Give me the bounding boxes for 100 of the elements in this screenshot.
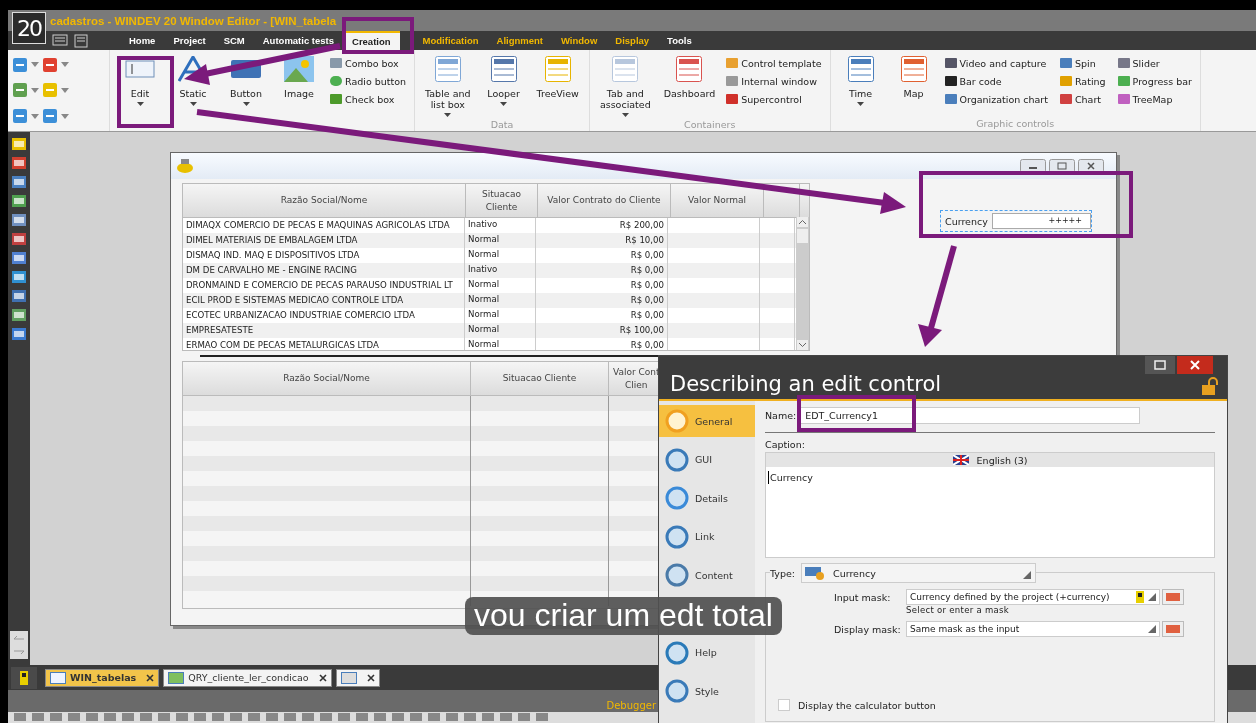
menu-tab[interactable]: Alignment: [487, 31, 552, 50]
ribbon-button[interactable]: Slider: [1115, 54, 1194, 72]
toolbar-icon[interactable]: [536, 712, 548, 721]
tool-icon[interactable]: [12, 290, 26, 302]
column-header[interactable]: Situacao Cliente: [471, 362, 609, 395]
toolbar-icon[interactable]: [140, 712, 152, 721]
close-icon[interactable]: [318, 673, 327, 682]
nav-item[interactable]: Content: [659, 559, 755, 592]
tool-icon[interactable]: [12, 138, 26, 150]
tool-icon[interactable]: [12, 309, 26, 321]
toolbar-icon[interactable]: [446, 712, 458, 721]
ribbon-button[interactable]: Tab and associated: [595, 54, 655, 119]
tool-icon[interactable]: [12, 252, 26, 264]
toolbar-icon[interactable]: [500, 712, 512, 721]
toolbar-icon[interactable]: [32, 712, 44, 721]
nav-item[interactable]: General: [659, 405, 755, 437]
name-field[interactable]: EDT_Currency1: [800, 407, 1141, 424]
toolbar-icon[interactable]: [86, 712, 98, 721]
toolbar-icon[interactable]: [14, 712, 26, 721]
toolbar-icon[interactable]: [42, 56, 58, 73]
ribbon-button[interactable]: Chart: [1057, 90, 1108, 108]
ribbon-button[interactable]: Image: [275, 54, 323, 101]
toolbar-icon[interactable]: [50, 712, 62, 721]
document-tab[interactable]: QRY_cliente_ler_condicao: [163, 668, 332, 687]
toolbar-icon[interactable]: [122, 712, 134, 721]
column-header[interactable]: Valor Contrato do Cliente: [538, 184, 671, 217]
ribbon-button[interactable]: Supercontrol: [724, 90, 824, 108]
ribbon-button[interactable]: Spin: [1057, 54, 1108, 72]
toolbar-icon[interactable]: [248, 712, 260, 721]
toolbar-icon[interactable]: [266, 712, 278, 721]
ribbon-button[interactable]: Video and capture: [942, 54, 1050, 72]
tool-icon[interactable]: [12, 176, 26, 188]
tool-icon[interactable]: [12, 195, 26, 207]
menu-tab[interactable]: Automatic tests: [253, 31, 343, 50]
toolbar-icon[interactable]: [284, 712, 296, 721]
menu-tab[interactable]: Window: [551, 31, 607, 50]
toolbar-icon[interactable]: [302, 712, 314, 721]
close-icon[interactable]: [366, 673, 375, 682]
dropdown-icon[interactable]: [61, 62, 69, 68]
dropdown-icon[interactable]: [61, 88, 69, 93]
ribbon-button[interactable]: Radio button: [328, 72, 409, 90]
toolbar-icon[interactable]: [482, 712, 494, 721]
maximize-icon[interactable]: [1145, 356, 1175, 374]
type-dropdown[interactable]: Currency: [801, 563, 1037, 583]
toolbar-icon[interactable]: [158, 712, 170, 721]
tool-icon[interactable]: [12, 271, 26, 283]
dropdown-icon[interactable]: [31, 88, 39, 93]
toolbar-icon[interactable]: [338, 712, 350, 721]
dropdown-icon[interactable]: [31, 113, 39, 119]
column-header[interactable]: Situacao Cliente: [466, 184, 538, 217]
tool-icon[interactable]: [12, 233, 26, 245]
ribbon-button[interactable]: Edit: [116, 54, 164, 108]
toolbar-icon[interactable]: [212, 712, 224, 721]
toolbar-icon[interactable]: [392, 712, 404, 721]
close-icon[interactable]: [1177, 356, 1213, 374]
toolbar-icon[interactable]: [410, 712, 422, 721]
checkbox[interactable]: [778, 699, 790, 711]
toolbar-icon[interactable]: [356, 712, 368, 721]
arrows-icon[interactable]: [10, 631, 28, 659]
toolbar-icon[interactable]: [374, 712, 386, 721]
menu-tab[interactable]: Display: [606, 31, 659, 50]
ribbon-button[interactable]: Control template: [724, 54, 824, 72]
menu-tab[interactable]: Tools: [658, 31, 701, 50]
tool-icon[interactable]: [12, 328, 26, 340]
ribbon-button[interactable]: Looper: [479, 54, 528, 108]
scroll-down-icon[interactable]: [797, 340, 808, 350]
column-header[interactable]: Valor Normal: [671, 184, 764, 217]
caption-field[interactable]: Currency: [768, 471, 813, 484]
toolbar-icon[interactable]: [68, 712, 80, 721]
menu-tab[interactable]: Modification: [413, 31, 488, 50]
ribbon-button[interactable]: Combo box: [328, 54, 409, 72]
toolbar-icon[interactable]: [428, 712, 440, 721]
toolbar-icon[interactable]: [464, 712, 476, 721]
document-tab[interactable]: [335, 668, 380, 687]
tool-icon[interactable]: [12, 157, 26, 169]
toolbar-icon[interactable]: [176, 712, 188, 721]
document-tab[interactable]: WIN_tabelas: [45, 668, 160, 687]
toolbar-icon[interactable]: [320, 712, 332, 721]
close-icon[interactable]: [146, 673, 155, 682]
ribbon-button[interactable]: TreeView: [532, 54, 583, 101]
padlock-icon[interactable]: [1201, 377, 1219, 395]
toolbar-icon[interactable]: [518, 712, 530, 721]
nav-item[interactable]: GUI: [659, 443, 755, 476]
ribbon-button[interactable]: Button: [222, 54, 270, 108]
ribbon-button[interactable]: Check box: [328, 90, 409, 108]
nav-item[interactable]: Details: [659, 482, 755, 515]
toolbar-icon[interactable]: [230, 712, 242, 721]
scroll-up-icon[interactable]: [797, 217, 808, 227]
ribbon-button[interactable]: Internal window: [724, 72, 824, 90]
scroll-thumb[interactable]: [797, 229, 808, 243]
mask-dropdown[interactable]: Currency defined by the project (+currency): [906, 589, 1160, 605]
toolbar-icon[interactable]: [42, 82, 58, 99]
ribbon-button[interactable]: Organization chart: [942, 90, 1050, 108]
ribbon-button[interactable]: Time: [836, 54, 885, 108]
mask-dropdown[interactable]: Same mask as the input: [906, 621, 1160, 637]
column-header[interactable]: Razão Social/Nome: [183, 362, 471, 395]
form-icon[interactable]: [74, 33, 88, 48]
menu-tab[interactable]: Project: [164, 31, 215, 50]
scrollbar[interactable]: [796, 217, 809, 350]
toolbar-icon[interactable]: [12, 108, 28, 125]
